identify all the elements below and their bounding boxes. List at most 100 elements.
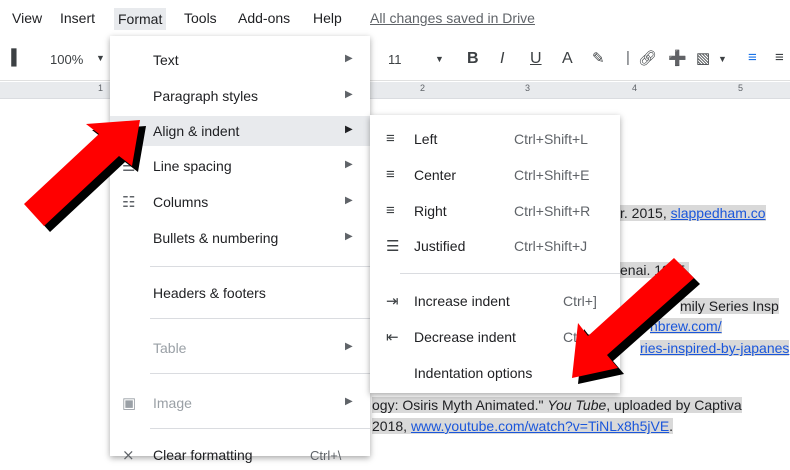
align-right-icon: ≡ [386,202,395,219]
decrease-indent-icon: ⇤ [386,329,399,346]
menu-item-label: Image [153,395,192,411]
menu-item-label: Paragraph styles [153,88,259,104]
menu-item-bullets-numbering[interactable]: Bullets & numbering ▶ [110,223,370,253]
submenu-item-indentation-options[interactable]: Indentation options [370,357,620,389]
doc-line: mily Series Insp [680,298,779,314]
insert-image-icon[interactable]: ▧ [696,49,710,67]
highlight-icon[interactable]: ✎ [592,49,605,67]
menu-item-line-spacing[interactable]: ☰ Line spacing ▶ [110,151,370,181]
chevron-down-icon[interactable]: ▼ [435,54,444,64]
doc-italic-text: You Tube [547,397,607,413]
doc-line: enai. 1995. [620,262,690,278]
menu-view[interactable]: View [12,10,42,26]
link-icon[interactable]: 🔗︎ [638,49,657,67]
menu-item-label: Text [153,52,179,68]
bold-button[interactable]: B [467,50,479,68]
submenu-item-left[interactable]: ≡ Left Ctrl+Shift+L [370,123,620,155]
menu-item-align-indent[interactable]: Align & indent ▶ [110,116,370,146]
submenu-arrow-icon: ▶ [345,231,353,242]
doc-line: ries-inspired-by-japanes [640,340,790,356]
menu-item-text[interactable]: Text ▶ [110,45,370,75]
menu-help[interactable]: Help [313,10,342,26]
align-indent-submenu: ≡ Left Ctrl+Shift+L ≡ Center Ctrl+Shift+… [370,115,620,393]
font-size-select[interactable]: 11 [388,52,402,67]
submenu-item-label: Left [414,131,438,147]
menu-item-table[interactable]: Table ▶ [110,333,370,363]
increase-indent-icon: ⇥ [386,293,399,310]
submenu-item-shortcut: Ctrl+Shift+L [514,131,588,147]
submenu-item-shortcut: Ctrl+Shift+R [514,203,591,219]
menu-divider [150,318,370,319]
chevron-down-icon[interactable]: ▼ [718,54,727,64]
doc-text: r. 2015, [620,205,671,221]
submenu-arrow-icon: ▶ [345,124,353,135]
ruler-number: 2 [420,83,426,93]
ruler-number: 4 [632,83,638,93]
doc-link[interactable]: ries-inspired-by-japanes [640,340,789,356]
menu-insert[interactable]: Insert [60,10,95,26]
align-center-icon: ≡ [386,166,395,183]
submenu-item-shortcut: Ctrl+] [563,293,597,309]
clear-formatting-icon: ⨯ [122,447,135,464]
doc-line: ogy: Osiris Myth Animated." You Tube, up… [372,397,742,413]
menu-tools[interactable]: Tools [184,10,217,26]
align-center-icon[interactable]: ≡ [775,49,784,66]
submenu-item-right[interactable]: ≡ Right Ctrl+Shift+R [370,195,620,227]
menu-item-headers-footers[interactable]: Headers & footers [110,278,370,308]
doc-text: 2018, [372,418,411,434]
menu-item-label: Line spacing [153,158,232,174]
menu-add-ons[interactable]: Add-ons [238,10,290,26]
menu-item-columns[interactable]: ☷ Columns ▶ [110,187,370,217]
saved-status-link[interactable]: All changes saved in Drive [370,10,535,26]
submenu-item-shortcut: Ctrl+Shift+J [514,238,588,254]
submenu-item-decrease-indent[interactable]: ⇤ Decrease indent Ctrl+[ [370,321,620,353]
italic-button[interactable]: I [500,50,504,68]
doc-line: 2018, www.youtube.com/watch?v=TiNLx8h5jV… [372,418,674,434]
text-color-button[interactable]: A [562,50,573,68]
submenu-arrow-icon: ▶ [345,89,353,100]
doc-line: r. 2015, slappedham.co [620,205,766,221]
doc-line: nbrew.com/ [650,318,722,334]
menu-item-image[interactable]: ▣ Image ▶ [110,388,370,418]
submenu-item-shortcut: Ctrl+[ [563,329,597,345]
format-menu: Text ▶ Paragraph styles ▶ Align & indent… [110,36,370,464]
submenu-item-label: Center [414,167,457,183]
submenu-arrow-icon: ▶ [345,53,353,64]
align-left-icon[interactable]: ≡ [748,49,757,66]
paint-format-icon[interactable]: ▐ [6,49,17,66]
doc-text: ogy: Osiris Myth Animated." [372,397,548,413]
menu-format[interactable]: Format [114,8,167,30]
submenu-item-justified[interactable]: ☰ Justified Ctrl+Shift+J [370,230,620,262]
doc-link[interactable]: slappedham.co [671,205,766,221]
menu-item-clear-formatting[interactable]: ⨯ Clear formatting Ctrl+\ [110,440,370,470]
ruler-number: 3 [525,83,531,93]
submenu-arrow-icon: ▶ [345,159,353,170]
image-icon: ▣ [122,395,137,412]
divider-icon: | [626,49,630,66]
doc-link[interactable]: nbrew.com/ [650,318,722,334]
chevron-down-icon[interactable]: ▼ [96,53,105,63]
zoom-select[interactable]: 100% [50,52,83,67]
underline-button[interactable]: U [530,50,542,68]
align-left-icon: ≡ [386,130,395,147]
menu-item-paragraph-styles[interactable]: Paragraph styles ▶ [110,81,370,111]
columns-icon: ☷ [122,194,136,211]
submenu-item-center[interactable]: ≡ Center Ctrl+Shift+E [370,159,620,191]
submenu-divider [400,273,620,274]
menu-item-label: Align & indent [153,123,240,139]
submenu-arrow-icon: ▶ [345,195,353,206]
ruler-number: 1 [98,83,104,93]
line-spacing-icon: ☰ [122,158,136,175]
doc-link[interactable]: www.youtube.com/watch?v=TiNLx8h5jVE [411,418,669,434]
menu-divider [150,428,370,429]
submenu-arrow-icon: ▶ [345,341,353,352]
add-comment-icon[interactable]: ➕ [668,49,687,67]
menu-item-label: Table [153,340,187,356]
submenu-item-shortcut: Ctrl+Shift+E [514,167,590,183]
menu-item-label: Headers & footers [153,285,266,301]
submenu-item-increase-indent[interactable]: ⇥ Increase indent Ctrl+] [370,285,620,317]
submenu-item-label: Justified [414,238,466,254]
menu-item-label: Bullets & numbering [153,230,279,246]
submenu-item-label: Increase indent [414,293,510,309]
submenu-item-label: Decrease indent [414,329,516,345]
